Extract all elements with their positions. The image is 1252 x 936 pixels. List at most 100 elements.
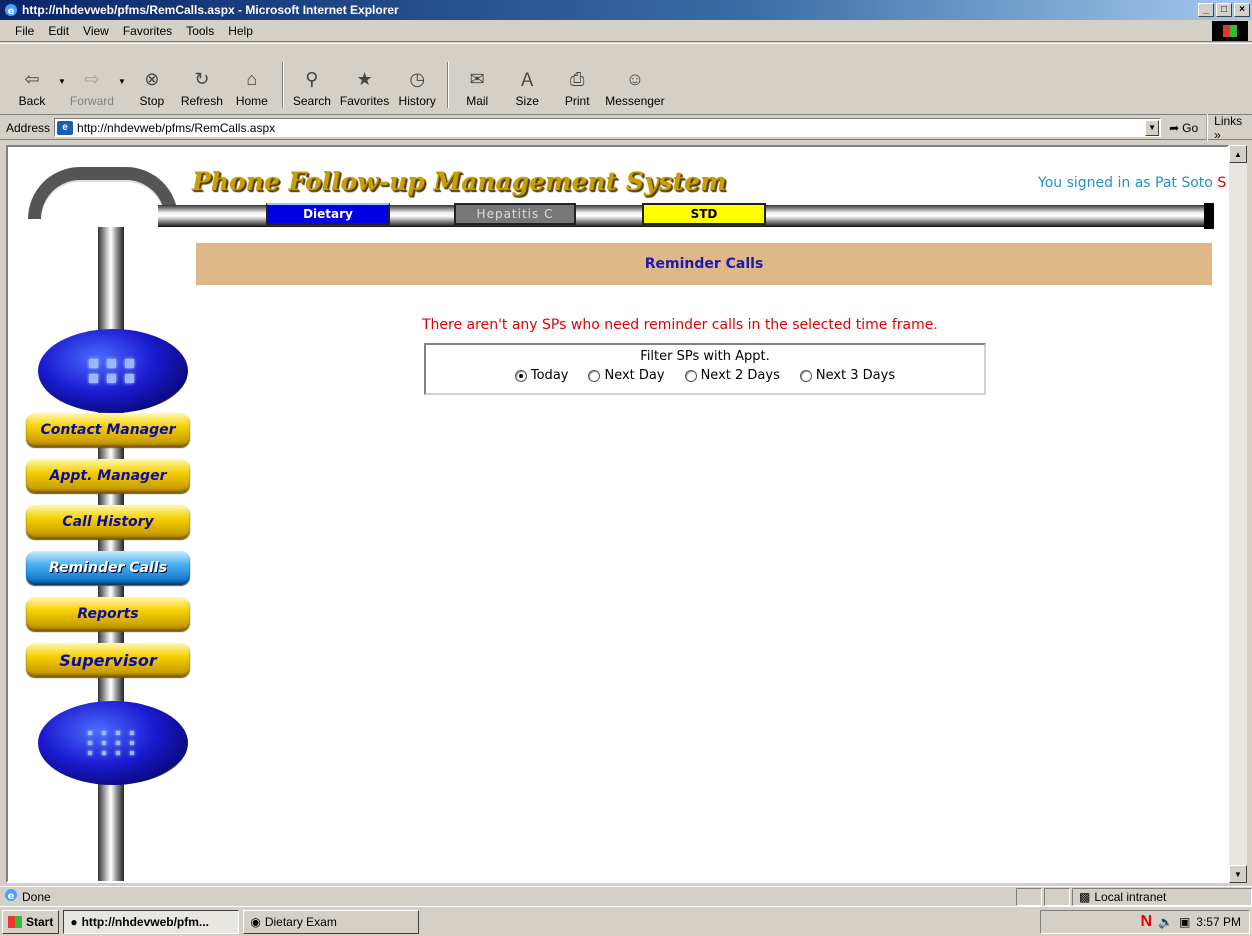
home-label: Home [235,94,268,108]
search-label: Search [292,94,331,108]
filter-panel: Filter SPs with Appt. Today Next Day Nex… [424,343,986,395]
signed-in-user: You signed in as Pat Soto [1038,175,1213,191]
ie-icon: ● [70,914,78,929]
page-title: Reminder Calls [196,243,1212,285]
radio-next-2-days[interactable] [684,369,697,382]
print-button[interactable]: ⎙ Print [555,67,599,109]
tab-hepatitis-c[interactable]: Hepatitis C [454,203,576,225]
intranet-icon: ▩ [1079,889,1091,904]
menu-edit[interactable]: Edit [41,24,76,38]
menu-tools[interactable]: Tools [179,24,221,38]
forward-dropdown-icon[interactable]: ▼ [118,77,126,86]
forward-button[interactable]: ⇨ Forward [69,67,114,109]
mail-label: Mail [466,94,489,108]
radio-next-3-days[interactable] [799,369,812,382]
messenger-button[interactable]: ☺ Messenger [605,67,664,109]
vertical-scrollbar[interactable]: ▲ ▼ [1229,145,1247,883]
task-label: Dietary Exam [264,914,337,929]
zone-label: Local intranet [1094,889,1167,904]
history-icon: ◷ [409,68,426,89]
filter-option-label: Next 2 Days [700,368,780,383]
search-button[interactable]: ⚲ Search [290,67,334,109]
browser-viewport: Phone Follow-up Management System You si… [6,145,1229,883]
windows-flag-icon [8,915,22,928]
volume-icon[interactable]: 🔈 [1158,915,1173,929]
nav-contact-manager[interactable]: Contact Manager [26,413,190,447]
toolbar-separator [281,62,284,108]
filter-option-today[interactable]: Today [514,368,569,383]
back-label: Back [18,94,46,108]
windows-logo-icon [1212,21,1248,41]
nav-call-history[interactable]: Call History [26,505,190,539]
filter-option-next-day[interactable]: Next Day [588,368,665,383]
back-button[interactable]: ⇦ Back [10,67,54,109]
menu-help[interactable]: Help [221,24,260,38]
mail-button[interactable]: ✉ Mail [455,67,499,109]
filter-option-next-3-days[interactable]: Next 3 Days [799,368,896,383]
window-title-bar[interactable]: e http://nhdevweb/pfms/RemCalls.aspx - M… [0,0,1252,20]
size-button[interactable]: Ａ Size [505,67,549,108]
forward-label: Forward [69,94,114,108]
nav-appt-manager[interactable]: Appt. Manager [26,459,190,493]
address-input[interactable]: e http://nhdevweb/pfms/RemCalls.aspx ▼ [54,118,1162,137]
stop-button[interactable]: ⊗ Stop [130,67,174,109]
network-icon[interactable]: ▣ [1179,915,1190,929]
scroll-down-icon[interactable]: ▼ [1229,865,1247,883]
status-bar: e Done ▩ Local intranet [0,886,1252,906]
radio-next-day[interactable] [588,369,601,382]
pipe-decoration [28,167,178,219]
home-button[interactable]: ⌂ Home [230,67,274,109]
status-cell [1016,887,1042,906]
tab-dietary[interactable]: Dietary [266,203,390,225]
address-dropdown-icon[interactable]: ▼ [1145,119,1160,136]
filter-option-label: Today [530,368,569,383]
mail-icon: ✉ [469,68,485,89]
minimize-button[interactable]: _ [1198,3,1214,17]
links-button[interactable]: Links » [1206,113,1252,142]
ie-logo-icon: e [4,3,18,17]
home-icon: ⌂ [246,68,258,89]
radio-today[interactable] [514,369,527,382]
filter-option-next-2-days[interactable]: Next 2 Days [684,368,780,383]
go-button[interactable]: ➦ Go [1169,121,1198,135]
svg-text:e: e [8,6,15,17]
norton-icon[interactable]: N [1140,913,1152,931]
nav-supervisor[interactable]: Supervisor [26,643,190,677]
svg-text:e: e [8,891,15,902]
app-icon: ◉ [250,914,261,929]
messenger-person-icon: ☺ [625,68,645,89]
taskbar: Start ● http://nhdevweb/pfm... ◉ Dietary… [0,906,1252,936]
scroll-up-icon[interactable]: ▲ [1229,145,1247,163]
app-title: Phone Follow-up Management System [192,167,727,196]
favorites-label: Favorites [339,94,390,108]
status-text: Done [22,889,51,904]
menu-view[interactable]: View [76,24,116,38]
filter-option-label: Next 3 Days [815,368,896,383]
taskbar-item-browser[interactable]: ● http://nhdevweb/pfm... [63,909,240,934]
favorites-button[interactable]: ★ Favorites [339,67,390,109]
maximize-button[interactable]: □ [1216,3,1232,17]
nav-reminder-calls[interactable]: Reminder Calls [26,551,190,585]
signed-in-text: You signed in as Pat Soto Sign Out [1038,175,1227,191]
stop-icon: ⊗ [144,68,160,89]
status-cell [1044,887,1070,906]
refresh-label: Refresh [180,94,223,108]
sign-out-link[interactable]: Sign Out [1217,175,1227,191]
clock[interactable]: 3:57 PM [1196,915,1241,929]
nav-reports[interactable]: Reports [26,597,190,631]
taskbar-item-dietary-exam[interactable]: ◉ Dietary Exam [243,909,420,934]
menu-file[interactable]: File [8,24,41,38]
refresh-icon: ↻ [194,68,210,89]
favorites-icon: ★ [356,68,373,89]
orb-decoration [38,701,188,785]
refresh-button[interactable]: ↻ Refresh [180,67,224,109]
menu-bar: File Edit View Favorites Tools Help [0,20,1252,42]
close-button[interactable]: × [1234,3,1250,17]
go-label: Go [1182,120,1199,135]
history-button[interactable]: ◷ History [395,67,439,109]
menu-favorites[interactable]: Favorites [116,24,179,38]
start-button[interactable]: Start [2,909,60,934]
go-arrow-icon: ➦ [1169,120,1180,135]
tab-std[interactable]: STD [642,203,766,225]
back-dropdown-icon[interactable]: ▼ [58,77,66,86]
